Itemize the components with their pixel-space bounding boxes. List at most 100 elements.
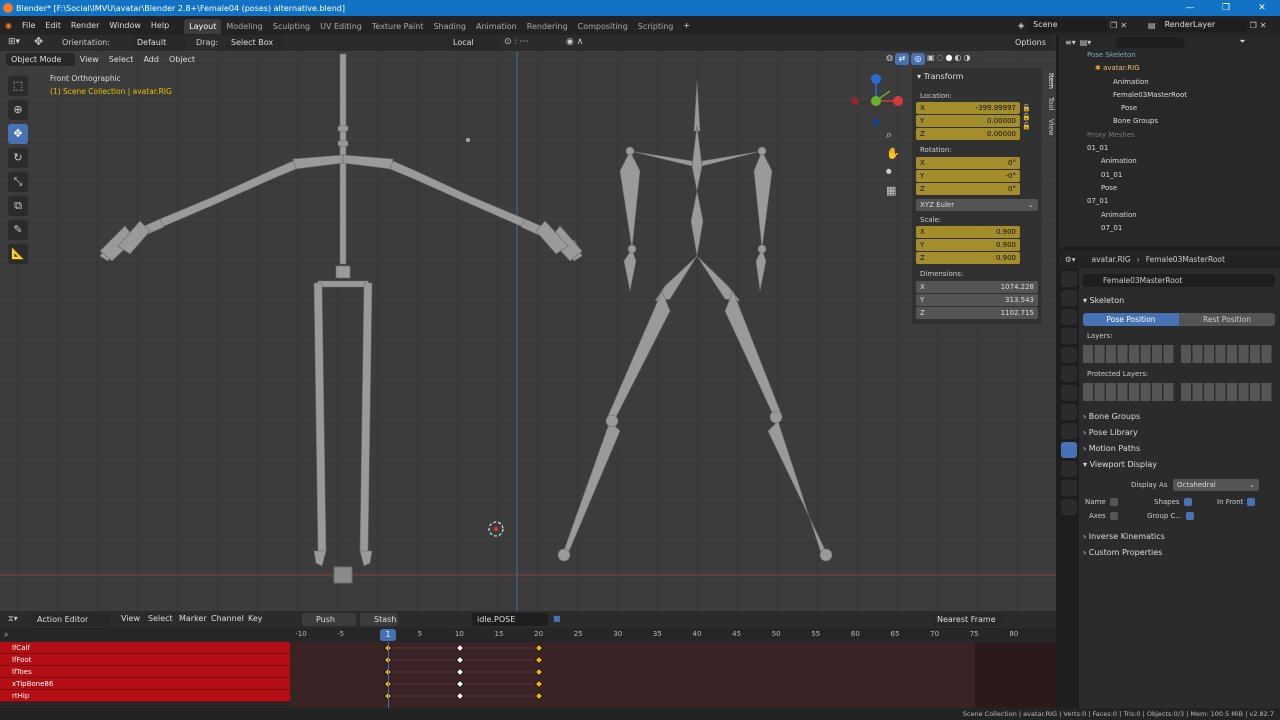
location-y-field[interactable]: Y 0.00000 [916,115,1020,127]
vp-menu-select[interactable]: Select [104,50,139,69]
outliner-row[interactable]: Animation [1065,209,1280,222]
protected-grid-2[interactable] [1181,383,1273,401]
tab-sculpting[interactable]: Sculpting [268,19,315,34]
bone-tab-icon[interactable] [1061,461,1077,477]
proportional-icon[interactable]: ◉ ∧ [566,37,583,47]
tab-layout[interactable]: Layout [184,19,222,34]
outliner-row[interactable]: ✱ avatar.RIG [1065,62,1280,75]
keyframe[interactable] [535,680,543,688]
group-colors-option[interactable]: Group C... [1147,512,1195,520]
tab-rendering[interactable]: Rendering [522,19,573,34]
tab-animation[interactable]: Animation [471,19,522,34]
view-layer-tab-icon[interactable] [1061,328,1077,344]
lock-icon[interactable]: 🔓 [1022,113,1031,121]
snap-icon[interactable]: ⊙ ⫶ ⋯ [504,37,529,47]
add-workspace-icon[interactable]: + [678,16,695,35]
section-custom-props[interactable]: › Custom Properties [1083,546,1162,562]
render-tab-icon[interactable] [1061,290,1077,306]
world-tab-icon[interactable] [1061,366,1077,382]
rotation-z-field[interactable]: Z 0° [916,183,1020,195]
keyframe[interactable] [456,644,464,652]
section-bone-groups[interactable]: › Bone Groups [1083,410,1140,426]
editor-type-icon[interactable]: ⊞▾ [8,37,20,47]
dimension-y-field[interactable]: Y 313.543 [916,294,1038,306]
protected-grid[interactable] [1083,383,1175,401]
channel-search-icon[interactable]: ⌕ [4,630,8,640]
blender-menu-icon[interactable]: ◉ [0,16,17,35]
tl-editor-type-icon[interactable]: ⧖▾ [8,614,18,624]
tl-menu-select[interactable]: Select [143,609,178,628]
checkbox[interactable] [1109,498,1118,506]
rotation-y-field[interactable]: Y -0° [916,170,1020,182]
location-x-field[interactable]: X -399.99997 [916,102,1020,114]
scale-y-field[interactable]: Y 0.900 [916,239,1020,251]
scene-field[interactable]: Scene [1027,18,1108,32]
snap-mode-dropdown[interactable]: Nearest Frame [932,613,1004,626]
action-datablock-field[interactable]: idle.POSE [472,613,548,626]
outliner-row[interactable]: Female03MasterRoot [1065,89,1280,102]
tl-menu-key[interactable]: Key [243,609,268,628]
channel-row[interactable]: lfToes [0,666,290,678]
outliner-type-icon[interactable]: ≡▾ [1065,38,1076,47]
outliner-row[interactable]: Proxy Meshes [1065,129,1280,142]
lock-icon[interactable]: 🔓 [1022,122,1031,130]
name-option[interactable]: Name [1085,498,1118,506]
current-frame-indicator[interactable]: 1 [380,629,396,641]
display-mode-icon[interactable]: ▤▾ [1080,38,1092,47]
outliner-row[interactable]: 01_01 [1065,169,1280,182]
dimension-x-field[interactable]: X 1074.228 [916,281,1038,293]
channel-row[interactable]: lfCalf [0,642,290,654]
menu-render[interactable]: Render [66,16,104,35]
tab-modeling[interactable]: Modeling [221,19,267,34]
material-shading-icon[interactable]: ◐ [955,53,962,65]
display-as-dropdown[interactable]: Octahedral ⌄ [1173,479,1259,491]
scale-tool-icon[interactable]: ⤡ [8,172,28,192]
action-editor-dropdown[interactable]: Action Editor [32,613,110,626]
wireframe-shading-icon[interactable]: ◌ [937,53,944,65]
transform-icon[interactable]: ✥ [34,35,43,48]
section-ik[interactable]: › Inverse Kinematics [1083,530,1165,546]
tab-compositing[interactable]: Compositing [573,19,633,34]
location-z-field[interactable]: Z 0.00000 [916,128,1020,140]
outliner-row[interactable]: Animation [1065,155,1280,168]
tab-scripting[interactable]: Scripting [633,19,679,34]
texture-tab-icon[interactable] [1061,499,1077,515]
channel-row[interactable]: xTipBone86 [0,678,290,690]
bone-breadcrumb[interactable]: Female03MasterRoot [1146,255,1225,264]
datablock-field[interactable]: Female03MasterRoot [1083,274,1275,287]
delete-layer-icon[interactable]: ✕ [1260,21,1267,30]
shapes-option[interactable]: Shapes [1154,498,1192,506]
scene-tab-icon[interactable] [1061,347,1077,363]
checkbox-checked[interactable] [1247,498,1256,506]
vp-menu-add[interactable]: Add [138,50,164,69]
outliner-search-input[interactable] [1115,36,1186,48]
object-tab-icon[interactable] [1061,385,1077,401]
rendered-shading-icon[interactable]: ◑ [964,53,971,65]
pivot-dropdown[interactable]: Local [448,36,498,49]
keyframe[interactable] [456,656,464,664]
zoom-icon[interactable]: ⌕ [886,128,900,142]
layers-grid-2[interactable] [1181,345,1273,363]
pose-position-button[interactable]: Pose Position [1083,313,1179,326]
channel-row[interactable]: lfFoot [0,654,290,666]
axes-option[interactable]: Axes [1089,512,1118,520]
measure-tool-icon[interactable]: 📐 [8,244,28,264]
rest-pose-rig[interactable] [99,53,583,584]
properties-type-icon[interactable]: ⚙▾ [1065,255,1076,264]
minimize-icon[interactable]: — [1172,0,1208,16]
menu-help[interactable]: Help [146,16,174,35]
armature-data-tab-icon[interactable] [1061,442,1077,458]
new-scene-icon[interactable]: ❐ [1110,21,1117,30]
orientation-dropdown[interactable]: Default [132,36,187,49]
scale-z-field[interactable]: Z 0.900 [916,252,1020,264]
bone-constraint-tab-icon[interactable] [1061,480,1077,496]
outliner-row[interactable]: Pose [1065,182,1280,195]
rotation-x-field[interactable]: X 0° [916,157,1020,169]
cursor-tool-icon[interactable]: ⊕ [8,100,28,120]
camera-icon[interactable]: ⏺ [886,165,900,179]
rotation-mode-dropdown[interactable]: XYZ Euler ⌄ [916,199,1038,211]
keyframe[interactable] [456,680,464,688]
delete-scene-icon[interactable]: ✕ [1120,21,1127,30]
tab-shading[interactable]: Shading [428,19,471,34]
menu-window[interactable]: Window [104,16,146,35]
